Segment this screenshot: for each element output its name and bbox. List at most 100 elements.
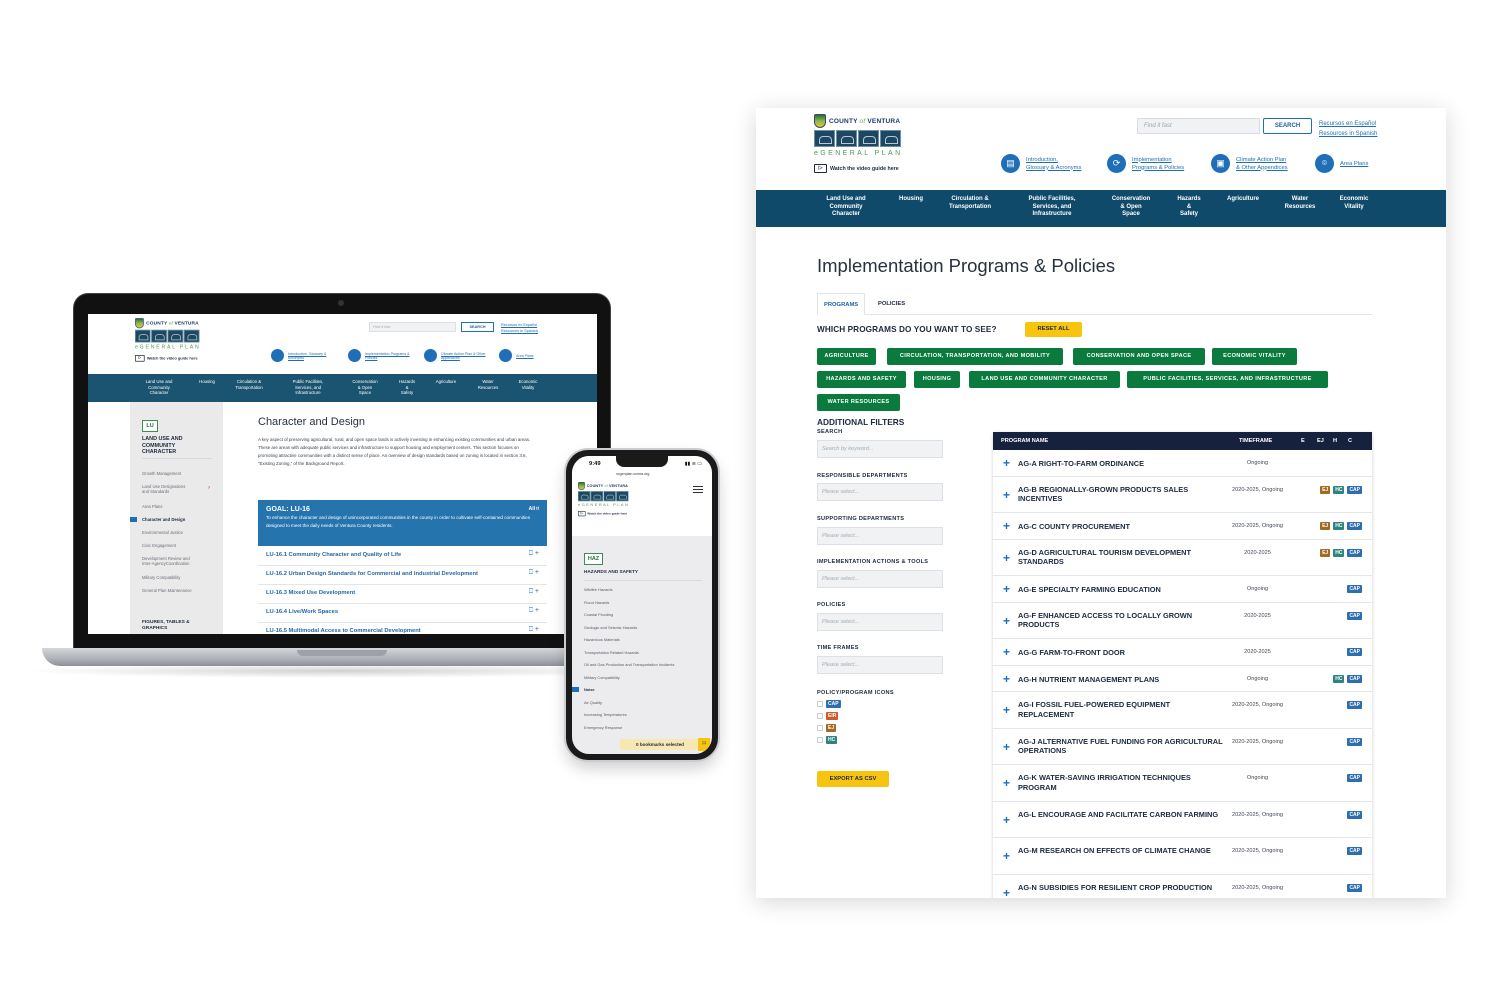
sidebar-item[interactable]: General Plan Maintenance	[142, 588, 192, 593]
category-chip-public-facilities[interactable]: PUBLIC FACILITIES, SERVICES, AND INFRAST…	[1127, 371, 1328, 388]
phone-nav-item[interactable]: Emergency Response	[584, 725, 622, 730]
expand-plus-icon[interactable]: +	[1003, 850, 1010, 862]
time-frames-select[interactable]: Please select...	[817, 656, 943, 674]
sidebar-item[interactable]: Military Compatibility	[142, 575, 180, 580]
checkbox[interactable]	[817, 713, 823, 719]
policy-row[interactable]: LU-16.3 Mixed Use Development ⎕ +	[258, 585, 547, 604]
bookmark-icon[interactable]: ⌑	[698, 738, 710, 751]
phone-nav-item[interactable]: Wildfire Hazards	[584, 587, 613, 592]
reset-all-button[interactable]: RESET ALL	[1025, 322, 1082, 337]
quick-link-climate[interactable]: ▣ Climate Action Plan & Other Appendices	[1211, 154, 1288, 173]
bookmark-plus-icon[interactable]: ⎕ +	[529, 569, 539, 577]
icon-filter-eir[interactable]: EIR	[817, 712, 839, 720]
nav-item-circulation[interactable]: Circulation & Transportation	[942, 196, 998, 211]
icon-filter-hc[interactable]: HC	[817, 736, 838, 744]
phone-nav-item-active[interactable]: Noise	[584, 687, 595, 692]
bookmark-plus-icon[interactable]: ⎕ +	[529, 550, 539, 558]
nav-item-water[interactable]: Water Resources	[1280, 196, 1320, 211]
supporting-departments-select[interactable]: Please select...	[817, 527, 943, 545]
implementation-actions-select[interactable]: Please select...	[817, 570, 943, 588]
program-name[interactable]: AG-C COUNTY PROCUREMENT	[1018, 522, 1223, 532]
col-program-name[interactable]: PROGRAM NAME	[1001, 438, 1048, 444]
program-name[interactable]: AG-F ENHANCED ACCESS TO LOCALLY GROWN PR…	[1018, 611, 1223, 630]
program-name[interactable]: AG-J ALTERNATIVE FUEL FUNDING FOR AGRICU…	[1018, 737, 1223, 756]
bookmark-plus-icon[interactable]: ⎕ +	[529, 607, 539, 615]
laptop-language-links[interactable]: Recursos en Español Resources in Spanish	[501, 322, 538, 334]
laptop-nav-item[interactable]: Agriculture	[428, 379, 464, 385]
laptop-nav-item[interactable]: Economic Vitality	[510, 379, 546, 390]
phone-nav-item[interactable]: Military Compatibility	[584, 675, 620, 680]
program-name[interactable]: AG-E SPECIALTY FARMING EDUCATION	[1018, 585, 1223, 595]
expand-plus-icon[interactable]: +	[1003, 520, 1010, 532]
table-row[interactable]: + AG-H NUTRIENT MANAGEMENT PLANS Ongoing HC…	[993, 665, 1372, 692]
category-chip-agriculture[interactable]: AGRICULTURE	[817, 348, 876, 365]
expand-plus-icon[interactable]: +	[1003, 704, 1010, 716]
policy-row[interactable]: LU-16.1 Community Character and Quality …	[258, 547, 547, 566]
responsible-departments-select[interactable]: Please select...	[817, 483, 943, 501]
laptop-nav-item[interactable]: Public Facilities, Services, and Infrast…	[282, 379, 334, 396]
laptop-logo[interactable]: COUNTY of VENTURA eGENERAL PLAN ▷ Watch t…	[135, 318, 209, 362]
phone-nav-item[interactable]: Flood Hazards	[584, 600, 609, 605]
figures-heading[interactable]: FIGURES, TABLES & GRAPHICS	[142, 620, 190, 631]
program-name[interactable]: AG-A RIGHT-TO-FARM ORDINANCE	[1018, 459, 1223, 469]
sidebar-item[interactable]: Development Review and Inter-AgencyCoord…	[142, 556, 190, 566]
quick-link-intro[interactable]: ▤ Introduction, Glossary & Acronyms	[1001, 154, 1081, 173]
table-row[interactable]: + AG-L ENCOURAGE AND FACILITATE CARBON FA…	[993, 801, 1372, 838]
category-chip-circulation[interactable]: CIRCULATION, TRANSPORTATION, AND MOBILIT…	[887, 348, 1063, 365]
program-name[interactable]: AG-N SUBSIDIES FOR RESILIENT CROP PRODUC…	[1018, 883, 1223, 893]
nav-item-public-facilities[interactable]: Public Facilities, Services, and Infrast…	[1020, 196, 1084, 219]
spanish-resources-link-es[interactable]: Recursos en Español	[1319, 119, 1377, 129]
nav-item-housing[interactable]: Housing	[894, 196, 928, 204]
phone-nav-item[interactable]: Hazardous Materials	[584, 637, 620, 642]
category-chip-water[interactable]: WATER RESOURCES	[817, 394, 900, 411]
table-row[interactable]: + AG-J ALTERNATIVE FUEL FUNDING FOR AGRIC…	[993, 728, 1372, 765]
laptop-quick-link-climate[interactable]: Climate Action Plan & Other Appendices	[424, 349, 491, 362]
program-name[interactable]: AG-G FARM-TO-FRONT DOOR	[1018, 648, 1223, 658]
phone-nav-item[interactable]: Air Quality	[584, 700, 602, 705]
laptop-nav-item[interactable]: Water Resources	[470, 379, 506, 390]
nav-item-agriculture[interactable]: Agriculture	[1220, 196, 1266, 204]
laptop-nav-item[interactable]: Circulation & Transportation	[226, 379, 272, 390]
category-chip-conservation[interactable]: CONSERVATION AND OPEN SPACE	[1073, 348, 1205, 365]
phone-nav-item[interactable]: Coastal Flooding	[584, 612, 613, 617]
table-row[interactable]: + AG-B REGIONALLY-GROWN PRODUCTS SALES IN…	[993, 476, 1372, 513]
table-row[interactable]: + AG-M RESEARCH ON EFFECTS OF CLIMATE CHA…	[993, 838, 1372, 875]
table-row[interactable]: + AG-D AGRICULTURAL TOURISM DEVELOPMENT S…	[993, 539, 1372, 576]
expand-plus-icon[interactable]: +	[1003, 887, 1010, 898]
quick-link-programs[interactable]: ⟳ Implementation Programs & Policies	[1107, 154, 1184, 173]
quick-link-area-plans[interactable]: ⌾ Area Plans	[1315, 154, 1368, 173]
category-chip-economic[interactable]: ECONOMIC VITALITY	[1212, 348, 1297, 365]
sidebar-item[interactable]: Environmental Justice	[142, 530, 183, 535]
expand-plus-icon[interactable]: +	[1003, 777, 1010, 789]
expand-plus-icon[interactable]: +	[1003, 673, 1010, 685]
expand-plus-icon[interactable]: +	[1003, 457, 1010, 469]
hamburger-menu-icon[interactable]	[693, 486, 703, 495]
checkbox[interactable]	[817, 725, 823, 731]
policies-select[interactable]: Please select...	[817, 613, 943, 631]
expand-plus-icon[interactable]: +	[1003, 489, 1010, 501]
phone-nav-item[interactable]: Oil and Gas Production and Transportatio…	[584, 662, 674, 667]
sidebar-item[interactable]: Civic Engagement	[142, 543, 176, 548]
table-row[interactable]: + AG-G FARM-TO-FRONT DOOR 2020-2025 CAP	[993, 639, 1372, 666]
video-guide-link[interactable]: ▷ Watch the video guide here	[578, 511, 636, 517]
video-guide-link[interactable]: ▷ Watch the video guide here	[135, 355, 209, 362]
program-name[interactable]: AG-L ENCOURAGE AND FACILITATE CARBON FAR…	[1018, 810, 1223, 820]
category-chip-hazards[interactable]: HAZARDS AND SAFETY	[817, 371, 906, 388]
sidebar-item[interactable]: Growth Management	[142, 471, 181, 476]
table-row[interactable]: + AG-N SUBSIDIES FOR RESILIENT CROP PRODU…	[993, 874, 1372, 898]
expand-plus-icon[interactable]: +	[1003, 646, 1010, 658]
laptop-nav-item[interactable]: Land Use and Community Character	[134, 379, 184, 396]
nav-item-conservation[interactable]: Conservation & Open Space	[1106, 196, 1156, 219]
expand-plus-icon[interactable]: +	[1003, 583, 1010, 595]
laptop-nav-item[interactable]: Hazards & Safety	[392, 379, 422, 396]
laptop-nav-item[interactable]: Housing	[192, 379, 222, 385]
bookmark-all-button[interactable]: All ⌑	[529, 506, 539, 512]
chevron-right-icon[interactable]: ›	[208, 485, 210, 491]
bookmarks-bar[interactable]: 0 bookmarks selected	[620, 739, 700, 750]
policy-row[interactable]: LU-16.5 Multimodal Access to Commercial …	[258, 623, 547, 634]
bookmark-plus-icon[interactable]: ⎕ +	[529, 588, 539, 596]
program-name[interactable]: AG-I FOSSIL FUEL-POWERED EQUIPMENT REPLA…	[1018, 700, 1223, 719]
laptop-quick-link-intro[interactable]: Introduction, Glossary & Acronyms	[271, 349, 338, 362]
col-timeframe[interactable]: TIMEFRAME	[1239, 438, 1272, 444]
policy-row[interactable]: LU-16.2 Urban Design Standards for Comme…	[258, 566, 547, 585]
